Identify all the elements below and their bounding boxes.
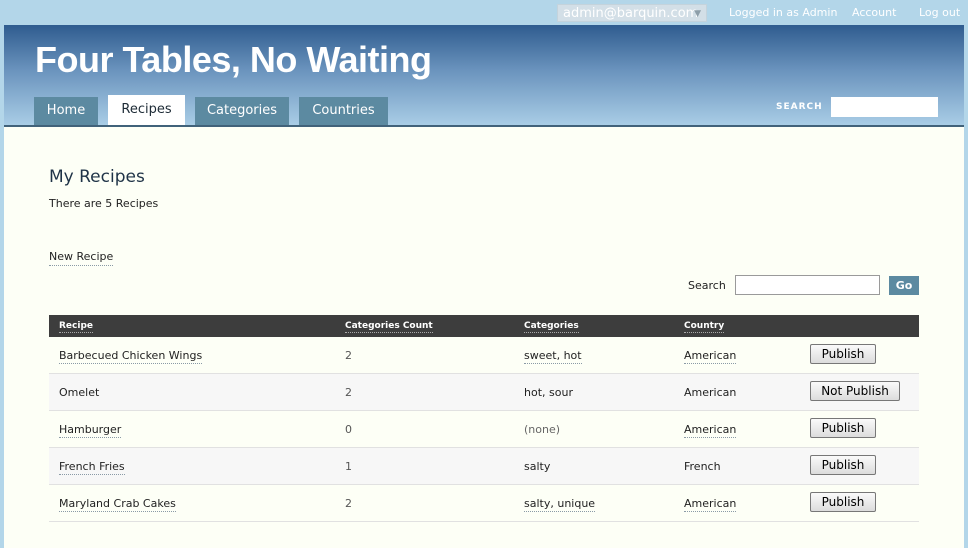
tab-categories[interactable]: Categories: [195, 97, 289, 125]
recipe-name-link[interactable]: French Fries: [59, 460, 125, 475]
categories-link[interactable]: salty, unique: [524, 497, 596, 512]
logout-link[interactable]: Log out: [919, 6, 960, 19]
column-header-country[interactable]: Country: [684, 321, 725, 333]
recipe-name-link[interactable]: Omelet: [59, 386, 99, 399]
main-content: My Recipes There are 5 Recipes New Recip…: [4, 127, 964, 548]
country-link[interactable]: American: [684, 497, 737, 512]
publish-button[interactable]: Publish: [810, 492, 876, 512]
table-row: Maryland Crab Cakes 2 salty, unique Amer…: [49, 485, 919, 522]
table-row: French Fries 1 salty French Publish: [49, 448, 919, 485]
table-row: Omelet 2 hot, sour American Not Publish: [49, 374, 919, 411]
top-user-bar: admin@barquin.com ▼ Logged in as Admin A…: [0, 0, 968, 25]
table-header: Recipe Categories Count Categories Count…: [49, 315, 919, 337]
chevron-down-icon: ▼: [694, 9, 701, 19]
categories-link[interactable]: hot, sour: [524, 386, 573, 399]
new-recipe-link[interactable]: New Recipe: [49, 250, 114, 266]
recipe-name-link[interactable]: Barbecued Chicken Wings: [59, 349, 203, 364]
user-email: admin@barquin.com: [563, 6, 699, 21]
categories-count: 2: [345, 386, 352, 399]
login-status-text: Logged in as Admin: [729, 6, 838, 19]
categories-link[interactable]: salty: [524, 460, 550, 473]
categories-count: 0: [345, 423, 352, 436]
header-search-label: SEARCH: [776, 102, 823, 112]
column-header-recipe[interactable]: Recipe: [59, 321, 94, 333]
tab-home[interactable]: Home: [34, 97, 98, 125]
recipe-search-input[interactable]: [735, 275, 880, 295]
header-search-input[interactable]: [831, 97, 938, 117]
recipe-name-link[interactable]: Maryland Crab Cakes: [59, 497, 176, 512]
tab-recipes[interactable]: Recipes: [108, 95, 185, 125]
publish-button[interactable]: Publish: [810, 344, 876, 364]
go-button[interactable]: Go: [889, 276, 919, 295]
account-link[interactable]: Account: [852, 6, 896, 19]
country-link[interactable]: French: [684, 460, 721, 473]
publish-button[interactable]: Publish: [810, 418, 876, 438]
column-header-categories[interactable]: Categories: [524, 321, 579, 333]
categories-none: (none): [524, 423, 561, 436]
table-row: Barbecued Chicken Wings 2 sweet, hot Ame…: [49, 337, 919, 374]
recipe-count-text: There are 5 Recipes: [49, 197, 159, 210]
categories-link[interactable]: sweet, hot: [524, 349, 582, 364]
categories-count: 1: [345, 460, 352, 473]
country-link[interactable]: American: [684, 423, 737, 438]
not-publish-button[interactable]: Not Publish: [810, 381, 900, 401]
table-row: Hamburger 0 (none) American Publish: [49, 411, 919, 448]
categories-count: 2: [345, 349, 352, 362]
country-link[interactable]: American: [684, 349, 737, 364]
search-label: Search: [688, 279, 726, 292]
column-header-categories-count[interactable]: Categories Count: [345, 321, 433, 333]
page-title: My Recipes: [49, 167, 145, 187]
site-header: Four Tables, No Waiting Home Recipes Cat…: [4, 25, 964, 127]
country-link[interactable]: American: [684, 386, 736, 399]
categories-count: 2: [345, 497, 352, 510]
recipe-name-link[interactable]: Hamburger: [59, 423, 122, 438]
user-account-select[interactable]: admin@barquin.com ▼: [557, 4, 707, 22]
site-title[interactable]: Four Tables, No Waiting: [35, 39, 432, 81]
publish-button[interactable]: Publish: [810, 455, 876, 475]
tab-countries[interactable]: Countries: [299, 97, 388, 125]
